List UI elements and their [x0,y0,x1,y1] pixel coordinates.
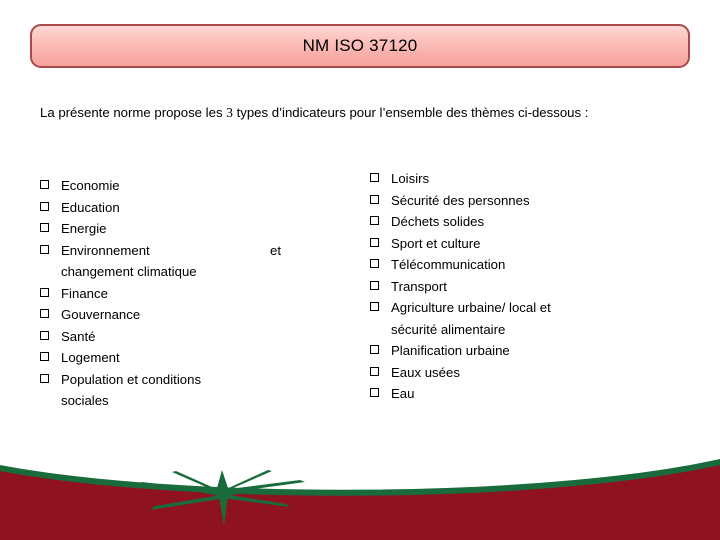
theme-list-right-column: Loisirs Sécurité des personnes Déchets s… [370,168,670,405]
list-item: Transport [370,276,670,298]
checkbox-square-icon [40,283,61,305]
list-item-label-group: Agriculture urbaine/ local et sécurité a… [391,297,670,340]
list-item: Education [40,197,325,219]
list-item-label-group: Environnement et changement climatique [61,240,325,283]
theme-list-left-column: Economie Education Energie Environnement… [40,175,325,412]
checkbox-square-icon [370,233,391,255]
checkbox-square-icon [40,218,61,240]
checkbox-square-icon [40,304,61,326]
checkbox-square-icon [370,383,391,405]
page-title: NM ISO 37120 [302,36,418,55]
list-item-label: Sport et culture [391,235,481,251]
list-item: Agriculture urbaine/ local et sécurité a… [370,297,670,340]
list-item-label: Economie [61,178,120,193]
checkbox-square-icon [40,347,61,369]
list-item-label-conjunction: et [270,242,281,258]
intro-paragraph: La présente norme propose les 3 types d’… [40,103,680,122]
list-item: Loisirs [370,168,670,190]
checkbox-square-icon [40,175,61,197]
list-item-label: Loisirs [391,171,430,186]
list-item-label: Eau [391,386,415,401]
list-item: Santé [40,326,325,348]
list-item: Télécommunication [370,254,670,276]
title-banner: NM ISO 37120 [30,24,690,68]
list-item: Déchets solides [370,211,670,233]
checkbox-square-icon [370,297,391,319]
checkbox-square-icon [370,340,391,362]
list-item: Environnement et changement climatique [40,240,325,283]
list-item-label: Environnement [61,242,150,258]
list-item-label-group: Population et conditions sociales [61,369,325,412]
checkbox-square-icon [370,254,391,276]
list-item-label: Agriculture urbaine/ local et [391,300,551,315]
list-item-label-continuation: changement climatique [61,264,197,279]
list-item-label-continuation: sécurité alimentaire [391,321,506,337]
list-item: Planification urbaine [370,340,670,362]
list-item-label: Energie [61,221,107,236]
footer-decoration [0,459,720,540]
list-item-label: Déchets solides [391,214,485,229]
list-item-first-line: Environnement et [61,240,293,262]
list-item-label: Education [61,199,120,215]
list-item: Sport et culture [370,233,670,255]
checkbox-square-icon [40,369,61,391]
intro-part-one: La présente norme propose les [40,105,227,120]
checkbox-square-icon [40,326,61,348]
checkbox-square-icon [370,362,391,384]
list-item-label: Population et conditions [61,371,202,387]
list-item-label: Transport [391,278,447,294]
checkbox-square-icon [370,190,391,212]
list-item: Energie [40,218,325,240]
list-item: Logement [40,347,325,369]
list-item-label: Sécurité des personnes [391,192,530,208]
checkbox-square-icon [40,197,61,219]
intro-part-two: types d’indicateurs pour l’ensemble des … [232,105,589,120]
list-item: Population et conditions sociales [40,369,325,412]
slide-canvas: NM ISO 37120 La présente norme propose l… [0,0,720,540]
list-item-label: Logement [61,350,120,365]
list-item: Finance [40,283,325,305]
list-item-label: Planification urbaine [391,343,510,358]
list-item-label: Santé [61,328,96,344]
checkbox-square-icon [370,276,391,298]
list-item: Eau [370,383,670,405]
list-item: Eaux usées [370,362,670,384]
list-item: Sécurité des personnes [370,190,670,212]
indicator-type-count: 3 [226,105,233,120]
checkbox-square-icon [370,168,391,190]
list-item: Gouvernance [40,304,325,326]
list-item-label: Télécommunication [391,257,506,272]
list-item-label: Finance [61,285,108,301]
list-item: Economie [40,175,325,197]
footer-red-band [0,462,720,540]
list-item-label: Eaux usées [391,364,460,380]
checkbox-square-icon [40,240,61,262]
list-item-label-continuation: sociales [61,393,109,408]
list-item-label: Gouvernance [61,307,141,322]
checkbox-square-icon [370,211,391,233]
